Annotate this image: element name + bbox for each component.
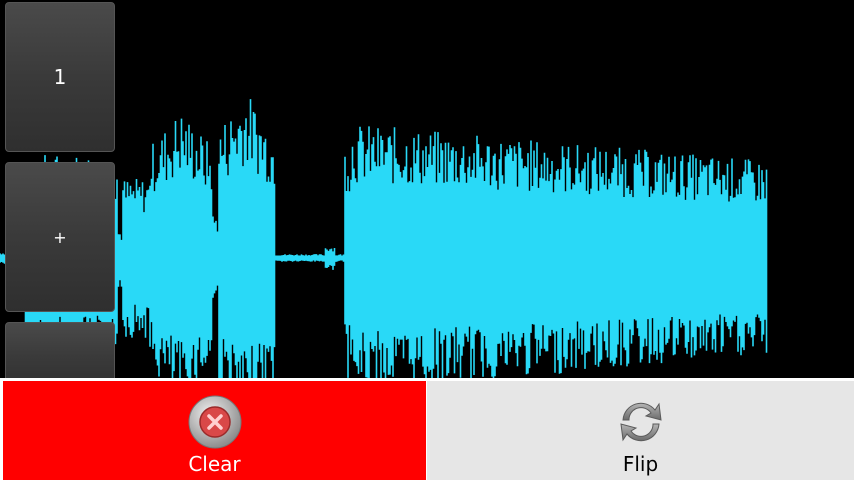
clear-x-icon [188,395,241,449]
flip-button[interactable]: Flip [427,381,854,480]
clear-label: Clear [188,452,241,476]
audio-waveform [0,99,768,378]
sample-1-button[interactable]: 1 [5,2,115,152]
refresh-arrows-icon [619,402,662,442]
add-sample-button[interactable]: + [5,162,115,312]
action-bar: Clear Flip [0,378,854,480]
clear-button[interactable]: Clear [3,381,426,480]
waveform-view[interactable] [0,0,854,378]
flip-label: Flip [622,452,659,476]
